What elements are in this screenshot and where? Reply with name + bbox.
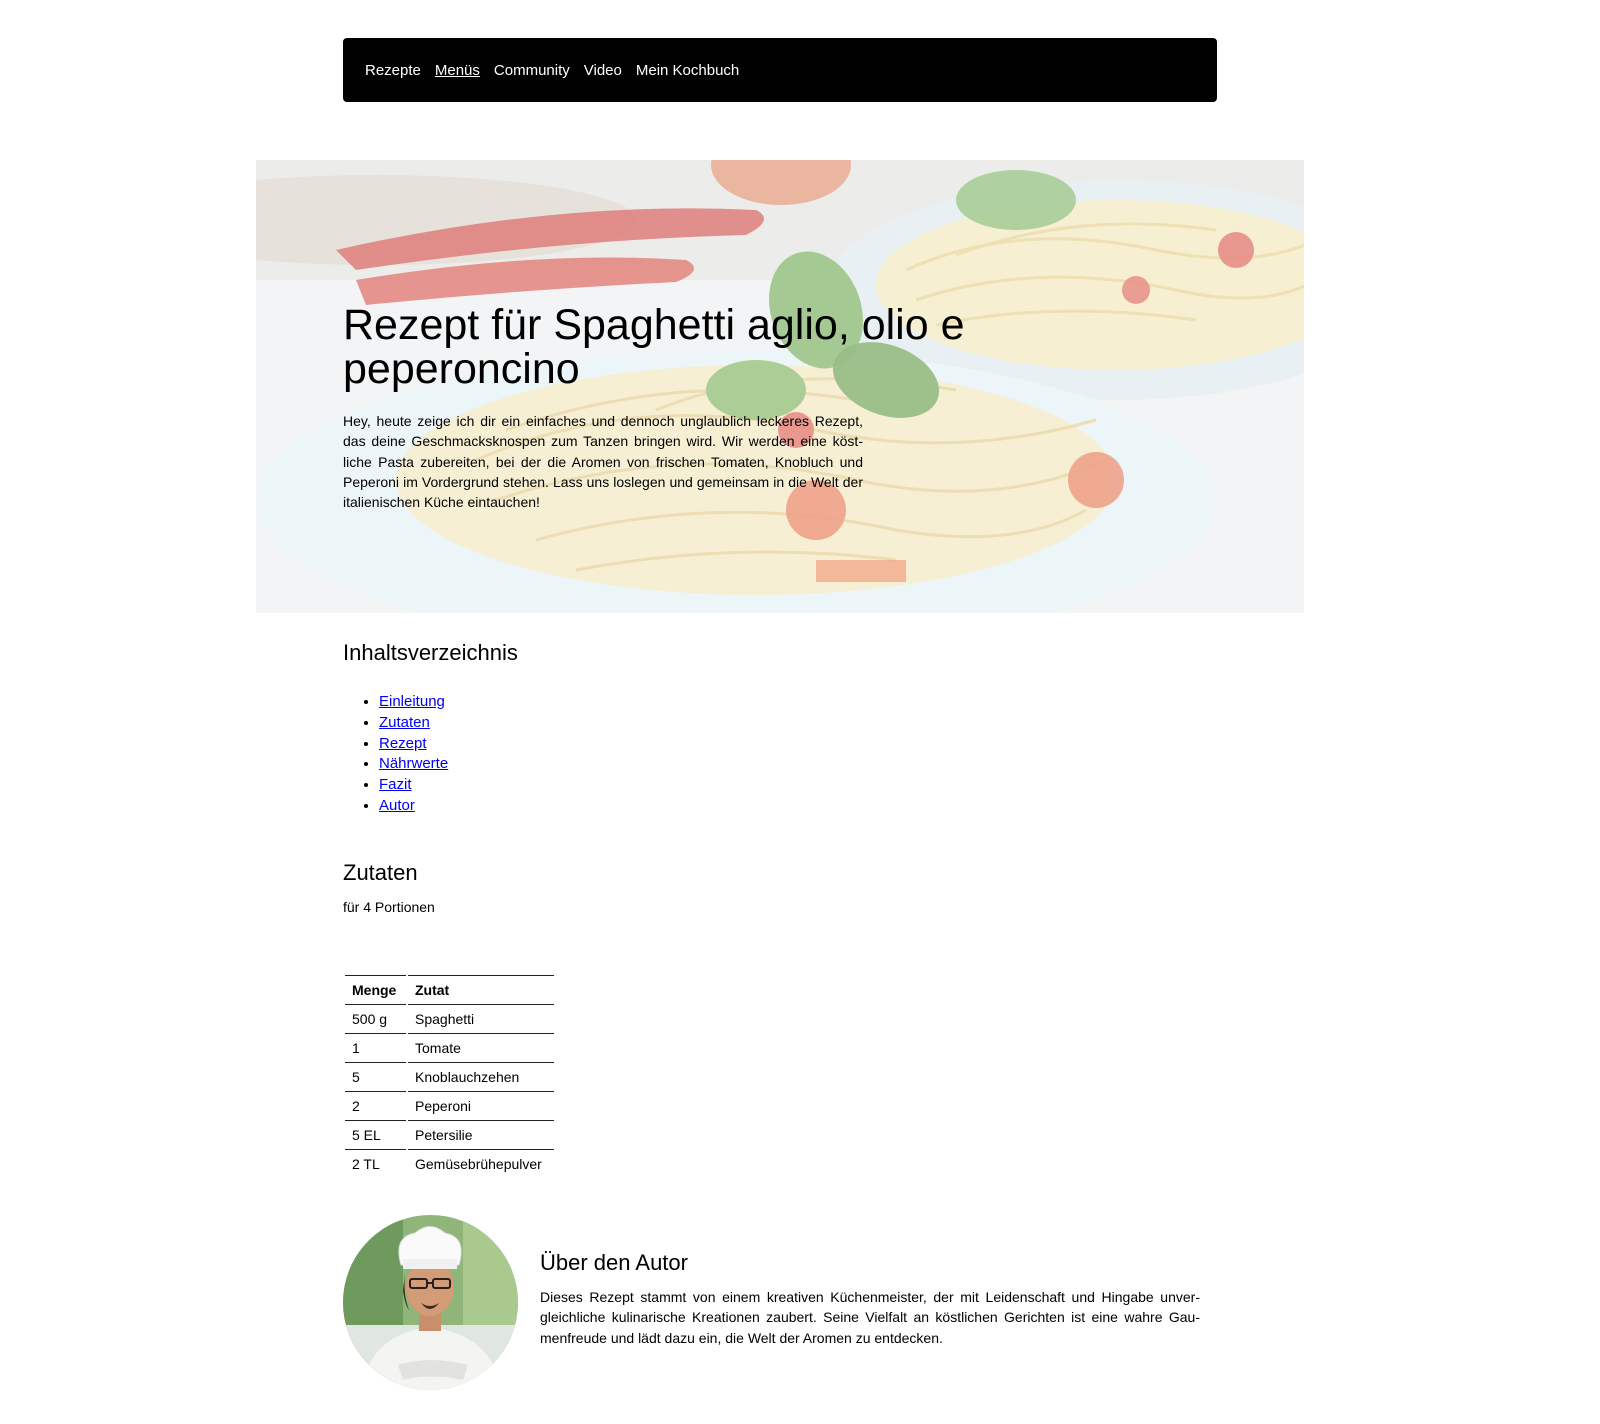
cell-amount: 1 bbox=[345, 1033, 406, 1062]
cell-amount: 5 EL bbox=[345, 1120, 406, 1149]
nav-item-community[interactable]: Community bbox=[494, 62, 570, 79]
cell-amount: 2 bbox=[345, 1091, 406, 1120]
author-bio-text: Dieses Rezept stammt von einem kreativen… bbox=[540, 1289, 1200, 1346]
toc-link-einleitung[interactable]: Einleitung bbox=[379, 693, 445, 710]
nav-item-menues[interactable]: Menüs bbox=[435, 62, 480, 79]
toc-link-fazit[interactable]: Fazit bbox=[379, 776, 412, 793]
toc-item: Einleitung bbox=[379, 692, 448, 713]
nav-item-video[interactable]: Video bbox=[584, 62, 622, 79]
cell-amount: 500 g bbox=[345, 1004, 406, 1033]
cell-amount: 5 bbox=[345, 1062, 406, 1091]
toc-item: Autor bbox=[379, 796, 448, 817]
table-row: 2 Peperoni bbox=[345, 1091, 554, 1120]
toc-item: Nährwerte bbox=[379, 754, 448, 775]
table-row: 5 Knoblauchzehen bbox=[345, 1062, 554, 1091]
hero-intro-text: Hey, heute zeige ich dir ein einfaches u… bbox=[343, 413, 863, 511]
cell-ingredient: Tomate bbox=[408, 1033, 554, 1062]
toc-link-autor[interactable]: Autor bbox=[379, 797, 415, 814]
toc-item: Rezept bbox=[379, 734, 448, 755]
toc-link-zutaten[interactable]: Zutaten bbox=[379, 714, 430, 731]
cell-ingredient: Gemüsebrühepulver bbox=[408, 1149, 554, 1178]
cell-ingredient: Petersilie bbox=[408, 1120, 554, 1149]
chef-portrait-image bbox=[343, 1215, 518, 1390]
toc-list: Einleitung Zutaten Rezept Nährwerte Fazi… bbox=[379, 692, 448, 817]
toc-item: Fazit bbox=[379, 775, 448, 796]
table-row: 500 g Spaghetti bbox=[345, 1004, 554, 1033]
table-header-row: Menge Zutat bbox=[345, 975, 554, 1004]
column-header-menge: Menge bbox=[345, 975, 406, 1004]
cell-amount: 2 TL bbox=[345, 1149, 406, 1178]
toc-link-rezept[interactable]: Rezept bbox=[379, 735, 427, 752]
table-row: 5 EL Petersilie bbox=[345, 1120, 554, 1149]
author-heading: Über den Autor bbox=[540, 1250, 688, 1275]
cell-ingredient: Spaghetti bbox=[408, 1004, 554, 1033]
nav-item-mein-kochbuch[interactable]: Mein Kochbuch bbox=[636, 62, 739, 79]
ingredients-heading: Zutaten bbox=[343, 860, 418, 885]
hero-banner: Rezept für Spaghetti aglio, olio e peper… bbox=[256, 160, 1304, 613]
ingredients-table: Menge Zutat 500 g Spaghetti 1 Tomate 5 K… bbox=[343, 975, 556, 1178]
portions-text: für 4 Portionen bbox=[343, 899, 435, 915]
main-navigation: Rezepte Menüs Community Video Mein Kochb… bbox=[343, 38, 1217, 102]
table-row: 2 TL Gemüsebrühepulver bbox=[345, 1149, 554, 1178]
cell-ingredient: Peperoni bbox=[408, 1091, 554, 1120]
nav-item-rezepte[interactable]: Rezepte bbox=[365, 62, 421, 79]
cell-ingredient: Knoblauchzehen bbox=[408, 1062, 554, 1091]
toc-item: Zutaten bbox=[379, 713, 448, 734]
column-header-zutat: Zutat bbox=[408, 975, 554, 1004]
page-title: Rezept für Spaghetti aglio, olio e peper… bbox=[343, 301, 965, 393]
table-row: 1 Tomate bbox=[345, 1033, 554, 1062]
toc-link-naehrwerte[interactable]: Nährwerte bbox=[379, 755, 448, 772]
toc-heading: Inhaltsverzeichnis bbox=[343, 640, 518, 665]
author-avatar bbox=[343, 1215, 518, 1390]
